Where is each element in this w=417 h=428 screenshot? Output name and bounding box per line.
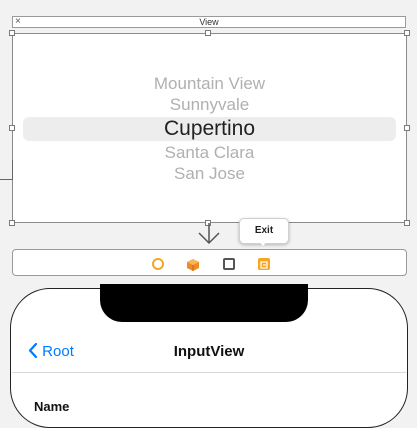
resize-handle-tr[interactable] bbox=[404, 30, 410, 36]
picker-row[interactable]: San Jose bbox=[13, 164, 406, 184]
picker-row[interactable]: Sunnyvale bbox=[13, 95, 406, 115]
nav-title: InputView bbox=[173, 343, 245, 360]
resize-handle-tl[interactable] bbox=[9, 30, 15, 36]
navigation-bar: Root InputView bbox=[12, 340, 406, 368]
picker-row-selected[interactable]: Cupertino bbox=[13, 117, 406, 141]
segue-connector bbox=[0, 179, 12, 180]
down-arrow-icon bbox=[195, 223, 223, 247]
picker-row[interactable]: Mountain View bbox=[13, 74, 406, 94]
resize-handle-tm[interactable] bbox=[205, 30, 211, 36]
device-notch bbox=[100, 284, 308, 322]
segue-connector bbox=[12, 160, 13, 180]
view-title-bar: × View bbox=[12, 16, 406, 28]
view-controller-icon[interactable] bbox=[223, 258, 235, 270]
view-title: View bbox=[199, 17, 219, 27]
cube-icon[interactable] bbox=[187, 258, 199, 271]
exit-icon[interactable] bbox=[258, 258, 270, 270]
nav-divider bbox=[12, 372, 406, 373]
picker-row[interactable]: Santa Clara bbox=[13, 143, 406, 163]
scene-dock bbox=[12, 249, 407, 276]
resize-handle-br[interactable] bbox=[404, 220, 410, 226]
resize-handle-bl[interactable] bbox=[9, 220, 15, 226]
first-responder-icon[interactable] bbox=[152, 258, 164, 270]
picker-view-canvas[interactable]: Mountain View Sunnyvale Cupertino Santa … bbox=[9, 30, 410, 226]
exit-tooltip-pointer bbox=[258, 240, 268, 246]
